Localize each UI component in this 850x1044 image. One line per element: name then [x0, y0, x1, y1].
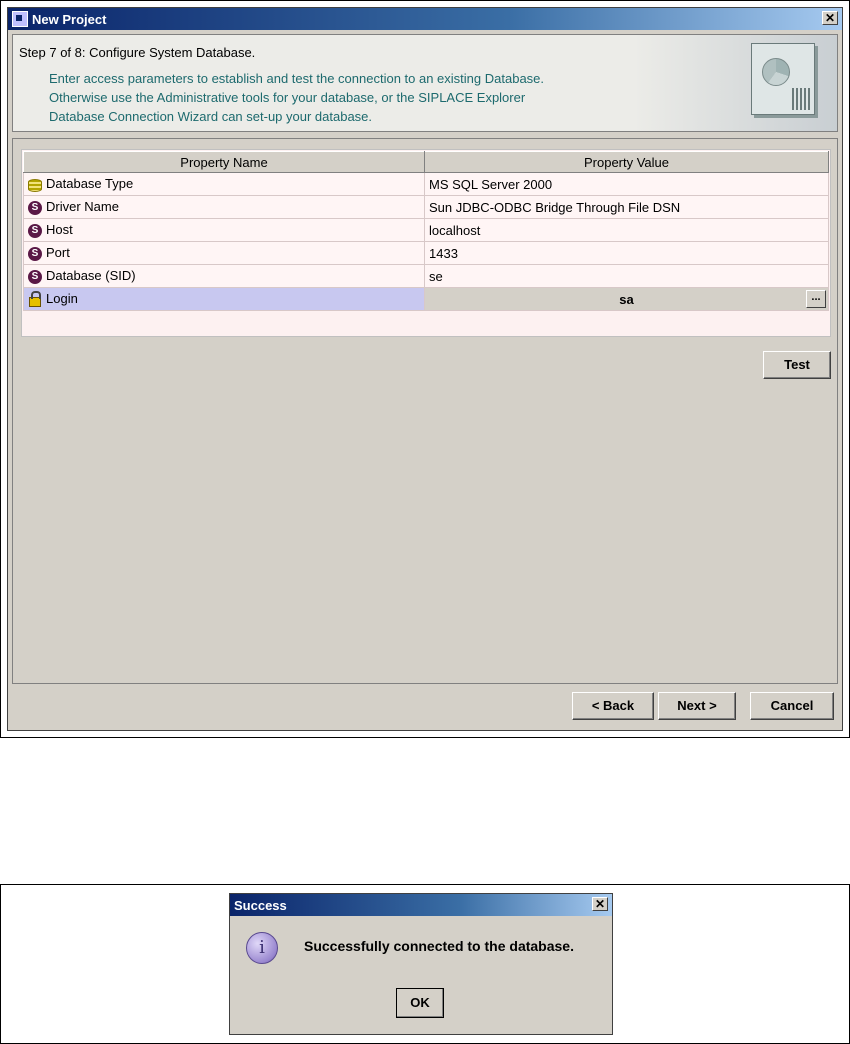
success-screenshot-frame: Success ✕ i Successfully connected to th… — [0, 884, 850, 1044]
app-icon — [12, 11, 28, 27]
close-button[interactable]: ✕ — [822, 11, 838, 25]
new-project-window: New Project ✕ Step 7 of 8: Configure Sys… — [7, 7, 843, 731]
next-button[interactable]: Next > — [658, 692, 736, 720]
success-dialog: Success ✕ i Successfully connected to th… — [229, 893, 613, 1035]
s-icon: S — [28, 246, 42, 261]
property-name-cell[interactable]: Login — [23, 287, 425, 311]
wizard-content: Property Name Property Value Database Ty… — [12, 138, 838, 684]
property-name: Host — [46, 222, 73, 238]
property-value-cell[interactable]: 1433 — [424, 241, 829, 265]
property-table: Property Name Property Value Database Ty… — [21, 149, 831, 337]
dialog-title-bar: Success ✕ — [230, 894, 612, 916]
property-name-cell[interactable]: S Database (SID) — [23, 264, 425, 288]
table-row[interactable]: S Database (SID) se — [23, 264, 829, 288]
property-name-cell[interactable]: S Port — [23, 241, 425, 265]
property-name: Database Type — [46, 176, 134, 192]
back-button[interactable]: < Back — [572, 692, 654, 720]
table-row[interactable]: S Driver Name Sun JDBC-ODBC Bridge Throug… — [23, 195, 829, 219]
property-value-cell[interactable]: Sun JDBC-ODBC Bridge Through File DSN — [424, 195, 829, 219]
info-icon: i — [246, 932, 278, 964]
property-value-cell[interactable]: sa... — [424, 287, 829, 311]
table-row[interactable]: S Host localhost — [23, 218, 829, 242]
pie-graphic — [762, 58, 790, 86]
bars-graphic — [792, 88, 810, 110]
step-title: Step 7 of 8: Configure System Database. — [19, 45, 256, 60]
step-description: Enter access parameters to establish and… — [49, 69, 544, 126]
ellipsis-button[interactable]: ... — [806, 290, 826, 308]
description-line: Database Connection Wizard can set-up yo… — [49, 109, 373, 124]
property-name-cell[interactable]: S Host — [23, 218, 425, 242]
property-name: Login — [46, 291, 78, 307]
table-row[interactable]: Database Type MS SQL Server 2000 — [23, 172, 829, 196]
table-row-selected[interactable]: Login sa... — [23, 287, 829, 311]
property-value-cell[interactable]: MS SQL Server 2000 — [424, 172, 829, 196]
property-name: Port — [46, 245, 70, 261]
dialog-close-button[interactable]: ✕ — [592, 897, 608, 911]
window-title: New Project — [32, 11, 107, 27]
column-header-property-value[interactable]: Property Value — [424, 151, 829, 173]
wizard-header: Step 7 of 8: Configure System Database. … — [12, 34, 838, 132]
property-name: Driver Name — [46, 199, 119, 215]
success-message: Successfully connected to the database. — [304, 938, 574, 954]
login-value: sa — [619, 291, 634, 307]
description-line: Otherwise use the Administrative tools f… — [49, 90, 526, 105]
property-value-cell[interactable]: localhost — [424, 218, 829, 242]
s-icon: S — [28, 269, 42, 284]
wizard-screenshot-frame: New Project ✕ Step 7 of 8: Configure Sys… — [0, 0, 850, 738]
table-row[interactable]: S Port 1433 — [23, 241, 829, 265]
property-name-cell[interactable]: Database Type — [23, 172, 425, 196]
report-illustration-icon — [751, 43, 815, 115]
property-name: Database (SID) — [46, 268, 136, 284]
cancel-button[interactable]: Cancel — [750, 692, 834, 720]
title-bar: New Project ✕ — [8, 8, 842, 30]
column-header-property-name[interactable]: Property Name — [23, 151, 425, 173]
description-line: Enter access parameters to establish and… — [49, 71, 545, 86]
database-icon — [28, 178, 42, 192]
property-name-cell[interactable]: S Driver Name — [23, 195, 425, 219]
ok-button[interactable]: OK — [396, 988, 444, 1018]
info-glyph: i — [259, 937, 265, 958]
property-value-cell[interactable]: se — [424, 264, 829, 288]
test-button[interactable]: Test — [763, 351, 831, 379]
s-icon: S — [28, 200, 42, 215]
s-icon: S — [28, 223, 42, 238]
dialog-title: Success — [234, 897, 287, 913]
lock-icon — [29, 290, 41, 307]
